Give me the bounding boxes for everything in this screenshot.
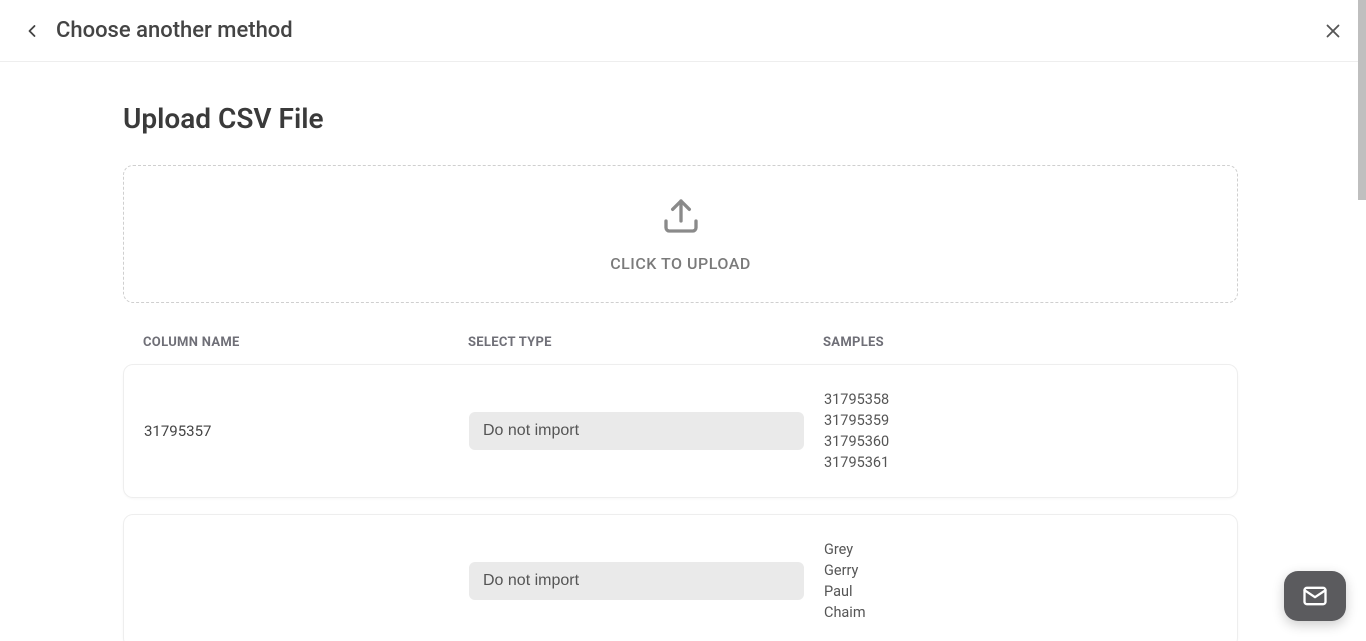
topbar-left: Choose another method (22, 18, 293, 43)
header-select-type: SELECT TYPE (468, 335, 823, 350)
page-title: Upload CSV File (123, 102, 1238, 135)
close-icon (1322, 20, 1344, 42)
column-mapping-row: Do not import Grey Gerry Paul Chaim (123, 514, 1238, 641)
page-scroll[interactable]: Upload CSV File CLICK TO UPLOAD COLUMN N… (0, 62, 1366, 641)
upload-label: CLICK TO UPLOAD (610, 254, 751, 273)
samples-cell: 31795358 31795359 31795360 31795361 (824, 389, 1217, 473)
column-headers: COLUMN NAME SELECT TYPE SAMPLES (123, 321, 1238, 364)
chevron-left-icon (22, 21, 42, 41)
header-title[interactable]: Choose another method (56, 18, 293, 43)
sample-value: 31795358 (824, 389, 1217, 410)
select-type-dropdown[interactable]: Do not import (469, 562, 804, 600)
column-name-cell: 31795357 (144, 422, 469, 440)
back-button[interactable] (22, 21, 42, 41)
sample-value: Paul (824, 581, 1217, 602)
scrollbar[interactable] (1358, 0, 1366, 200)
close-button[interactable] (1322, 20, 1344, 42)
header-samples: SAMPLES (823, 335, 1218, 350)
sample-value: 31795359 (824, 410, 1217, 431)
samples-cell: Grey Gerry Paul Chaim (824, 539, 1217, 623)
column-mapping-row: 31795357 Do not import 31795358 31795359… (123, 364, 1238, 498)
topbar: Choose another method (0, 0, 1366, 62)
select-type-cell: Do not import (469, 412, 824, 450)
content: Upload CSV File CLICK TO UPLOAD COLUMN N… (123, 102, 1238, 641)
select-type-cell: Do not import (469, 562, 824, 600)
upload-icon (661, 196, 701, 236)
upload-dropzone[interactable]: CLICK TO UPLOAD (123, 165, 1238, 303)
sample-value: 31795361 (824, 452, 1217, 473)
sample-value: 31795360 (824, 431, 1217, 452)
mail-icon (1301, 582, 1329, 610)
help-fab[interactable] (1284, 571, 1346, 621)
sample-value: Grey (824, 539, 1217, 560)
header-column-name: COLUMN NAME (143, 335, 468, 350)
sample-value: Gerry (824, 560, 1217, 581)
select-type-dropdown[interactable]: Do not import (469, 412, 804, 450)
sample-value: Chaim (824, 602, 1217, 623)
